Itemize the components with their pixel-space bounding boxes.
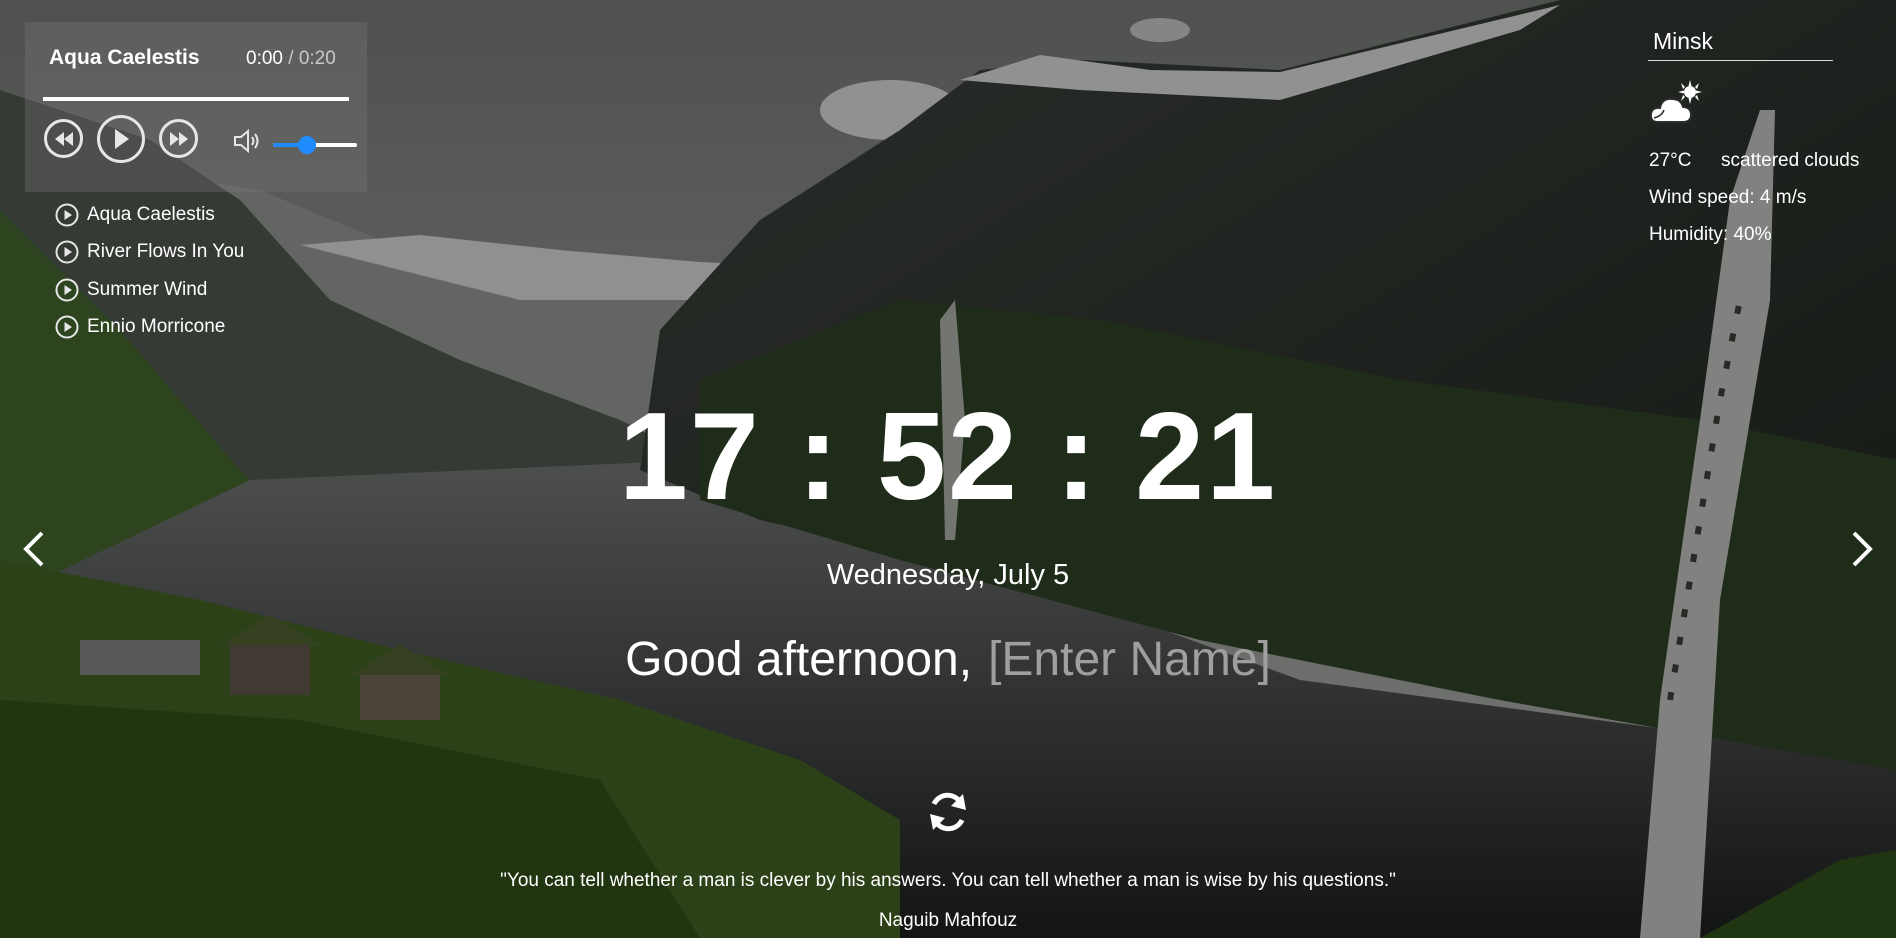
track-title: Aqua Caelestis [49, 46, 200, 69]
playlist-item-label: Ennio Morricone [87, 316, 226, 338]
greeting-text: Good afternoon, [625, 633, 973, 686]
partly-cloudy-icon [1650, 80, 1702, 123]
humidity: Humidity: 40% [1649, 224, 1772, 245]
greeting: Good afternoon, [Enter Name] [0, 632, 1896, 687]
time-separator: / [282, 48, 299, 69]
previous-background-button[interactable] [22, 530, 46, 568]
temperature: 27°C [1649, 150, 1692, 171]
track-duration: 0:20 [298, 48, 336, 69]
play-circle-icon [55, 240, 79, 264]
wind-speed: Wind speed: 4 m/s [1649, 187, 1807, 208]
next-background-button[interactable] [1850, 530, 1874, 568]
volume-slider[interactable] [273, 136, 357, 154]
date: Wednesday, July 5 [826, 559, 1070, 591]
volume-handle[interactable] [297, 136, 316, 154]
next-button[interactable] [159, 119, 198, 158]
audio-player: Aqua Caelestis 0:00 / 0:20 [25, 22, 367, 192]
current-time: 0:00 [246, 48, 283, 69]
quote-author: Naguib Mahfouz [878, 910, 1018, 931]
name-input[interactable]: [Enter Name] [988, 633, 1271, 686]
volume-icon[interactable] [233, 128, 261, 154]
play-circle-icon [55, 315, 79, 339]
quote-text: "You can tell whether a man is clever by… [500, 870, 1396, 891]
playlist-item[interactable]: Ennio Morricone [55, 309, 244, 347]
city-input[interactable]: Minsk [1648, 26, 1833, 61]
play-button[interactable] [97, 115, 145, 163]
playlist-item-label: Summer Wind [87, 278, 208, 300]
playlist-item[interactable]: Aqua Caelestis [55, 196, 244, 234]
clock: 17 : 52 : 21 [618, 388, 1278, 526]
playlist-item-label: Aqua Caelestis [87, 203, 215, 225]
playlist-item[interactable]: Summer Wind [55, 271, 244, 309]
play-circle-icon [55, 203, 79, 227]
weather-widget: Minsk 27°C scattered clouds Wind speed: … [1648, 26, 1872, 245]
playlist: Aqua Caelestis River Flows In You Summer W… [55, 196, 244, 346]
fast-forward-icon [169, 131, 188, 146]
play-circle-icon [55, 278, 79, 302]
rewind-icon [54, 131, 73, 146]
playlist-item-label: River Flows In You [87, 241, 245, 263]
progress-fill [43, 97, 349, 101]
refresh-quote-button[interactable] [926, 790, 970, 834]
previous-button[interactable] [44, 119, 83, 158]
track-time: 0:00 / 0:20 [246, 48, 336, 70]
weather-description: scattered clouds [1721, 150, 1860, 171]
playlist-item[interactable]: River Flows In You [55, 234, 244, 272]
play-icon [115, 129, 129, 149]
progress-bar[interactable] [43, 97, 349, 101]
